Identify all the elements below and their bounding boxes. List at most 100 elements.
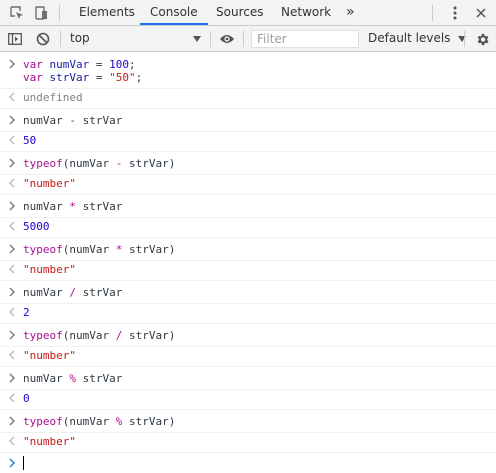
output-arrow-icon [7,435,17,447]
console-prompt-line[interactable] [0,453,496,473]
console-output-entry: "number" [0,175,496,195]
code-token: numVar [23,372,70,385]
context-selector[interactable]: top [66,29,206,48]
console-messages: var numVar = 100; var strVar = "50"; undef… [0,53,496,473]
code-token: (numVar [62,157,116,170]
code-token: strVar) [122,329,176,342]
more-tabs-button[interactable]: » [336,0,365,25]
console-output-entry: "number" [0,261,496,281]
console-input-entry: typeof(numVar % strVar) [0,410,496,433]
console-input-entry: typeof(numVar * strVar) [0,238,496,261]
code-token: var [23,71,43,84]
output-arrow-icon [7,91,17,103]
settings-gear-icon[interactable] [473,30,491,48]
console-code-line: numVar - strVar [23,114,496,127]
output-arrow-icon [7,220,17,232]
console-result-value: "number" [23,435,76,448]
console-output-entry: 0 [0,390,496,410]
console-code-line: var strVar = "50"; [23,71,496,84]
tab-separator [59,5,60,21]
text-caret [23,456,24,470]
console-code-line: typeof(numVar / strVar) [23,329,496,342]
code-token: - [69,114,76,127]
console-result-value: 5000 [23,220,50,233]
code-token: typeof [23,243,63,256]
toolbar-separator [210,31,211,47]
input-prompt-icon [7,329,17,341]
output-arrow-icon [7,134,17,146]
code-token: var [23,58,43,71]
live-expression-eye-icon[interactable] [218,30,236,48]
code-token: strVar [75,114,123,127]
console-code-line: typeof(numVar - strVar) [23,157,496,170]
device-toolbar-icon[interactable] [32,4,50,22]
console-result-value: 0 [23,392,30,405]
devtools-tab-bar: Elements Console Sources Network » [0,0,496,26]
dropdown-arrow-icon[interactable] [188,30,206,48]
console-code-line: var numVar = 100; [23,58,496,71]
console-result-value: undefined [23,91,83,104]
output-arrow-icon [7,306,17,318]
console-result-value: 2 [23,306,30,319]
input-prompt-icon [7,415,17,427]
input-prompt-icon [7,200,17,212]
inspect-element-icon[interactable] [8,4,26,22]
code-token: typeof [23,329,63,342]
console-input-entry: numVar * strVar [0,195,496,218]
clear-console-icon[interactable] [34,30,52,48]
console-input-entry: numVar - strVar [0,109,496,132]
console-code-line: numVar * strVar [23,200,496,213]
code-token: = [95,71,110,84]
log-levels-arrow-icon [458,29,467,48]
console-input-entry: numVar / strVar [0,281,496,304]
code-token: * [69,200,76,213]
console-result-value: "number" [23,177,76,190]
code-token: strVar [42,71,96,84]
code-token: typeof [23,157,63,170]
output-arrow-icon [7,349,17,361]
code-token: strVar) [122,243,176,256]
tab-console[interactable]: Console [140,0,208,25]
log-levels-label: Default levels [368,31,451,45]
filter-input[interactable] [251,30,359,48]
console-output-entry: "number" [0,347,496,367]
code-token: ; [135,71,143,84]
console-input-entry: var numVar = 100; var strVar = "50"; [0,53,496,89]
log-levels-dropdown[interactable]: Default levels [368,29,467,48]
console-output-entry: "number" [0,433,496,453]
console-code-line: typeof(numVar * strVar) [23,243,496,256]
code-token: strVar) [122,415,176,428]
code-token: (numVar [62,243,116,256]
input-prompt-icon [7,372,17,384]
console-result-value: "number" [23,263,76,276]
code-token: numVar [23,286,70,299]
output-arrow-icon [7,177,17,189]
kebab-menu-icon[interactable] [446,4,464,22]
close-icon[interactable] [472,4,490,22]
code-token: / [69,286,76,299]
console-input-entry: typeof(numVar / strVar) [0,324,496,347]
toolbar-separator [60,31,61,47]
code-token: numVar [23,200,70,213]
code-token: "50" [109,71,136,84]
input-prompt-icon [7,457,17,469]
console-code-line: numVar / strVar [23,286,496,299]
tab-elements[interactable]: Elements [69,0,145,25]
toolbar-separator [464,31,465,47]
tab-separator [432,5,433,21]
input-prompt-icon [7,243,17,255]
console-code-line: typeof(numVar % strVar) [23,415,496,428]
tab-sources[interactable]: Sources [206,0,273,25]
code-token: numVar [23,114,70,127]
code-token: % [69,372,76,385]
console-result-value: 50 [23,134,37,147]
code-token: 100 [109,58,129,71]
output-arrow-icon [7,392,17,404]
input-prompt-icon [7,114,17,126]
tab-network[interactable]: Network [271,0,341,25]
code-token: numVar [42,58,96,71]
output-arrow-icon [7,263,17,275]
code-token: (numVar [62,329,116,342]
show-sidebar-icon[interactable] [6,30,24,48]
code-token: strVar [75,200,123,213]
